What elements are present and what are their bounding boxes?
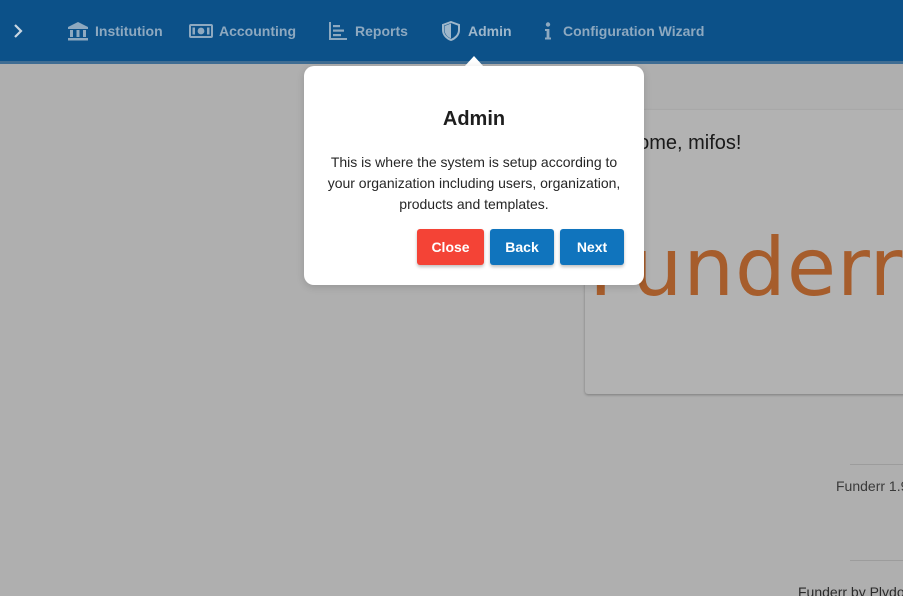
nav-item-label: Reports xyxy=(355,23,408,39)
top-navbar: Institution Accounting Reports Admin Con… xyxy=(0,0,903,64)
nav-item-label: Configuration Wizard xyxy=(563,23,705,39)
tour-popover: Admin This is where the system is setup … xyxy=(304,66,644,285)
nav-item-reports[interactable]: Reports xyxy=(327,18,408,44)
nav-item-label: Admin xyxy=(468,23,512,39)
nav-item-institution[interactable]: Institution xyxy=(67,18,163,44)
back-button[interactable]: Back xyxy=(490,229,554,265)
nav-item-admin[interactable]: Admin xyxy=(440,18,512,44)
sidebar-toggle-button[interactable] xyxy=(8,20,28,42)
nav-item-accounting[interactable]: Accounting xyxy=(189,18,296,44)
money-icon xyxy=(189,20,213,42)
shield-icon xyxy=(440,20,462,42)
app-version: Funderr 1.9 xyxy=(836,478,903,494)
chevron-right-icon xyxy=(14,24,23,38)
footer-credit: Funderr by Plydot xyxy=(798,584,903,596)
bar-chart-icon xyxy=(327,20,349,42)
nav-item-label: Accounting xyxy=(219,23,296,39)
footer-divider xyxy=(850,464,903,465)
info-icon xyxy=(539,20,557,42)
popover-description: This is where the system is setup accord… xyxy=(327,154,621,212)
app-page: Institution Accounting Reports Admin Con… xyxy=(0,0,903,596)
popover-title: Admin xyxy=(442,108,506,130)
next-button[interactable]: Next xyxy=(560,229,624,265)
nav-item-configuration-wizard[interactable]: Configuration Wizard xyxy=(539,18,704,44)
nav-item-label: Institution xyxy=(95,23,163,39)
footer-divider xyxy=(850,560,903,561)
bank-icon xyxy=(67,20,89,42)
close-button[interactable]: Close xyxy=(417,229,484,265)
